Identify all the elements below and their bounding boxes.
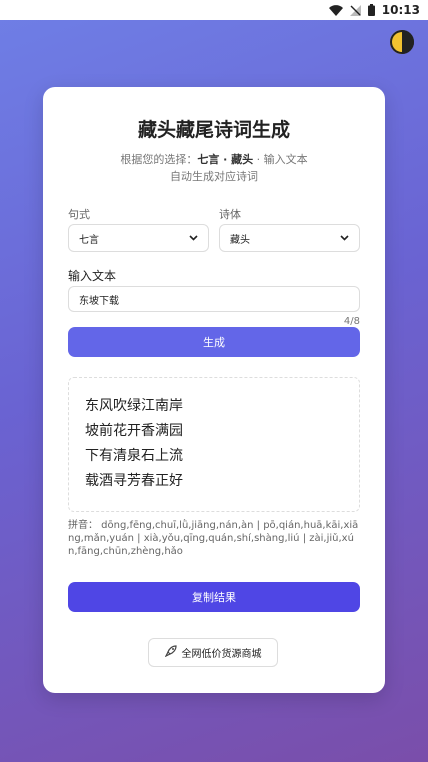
poem-line: 坡前花开香满园 <box>85 423 183 439</box>
poem-line: 下有清泉石上流 <box>85 448 183 464</box>
poem-line: 载酒寻芳春正好 <box>85 473 183 489</box>
style-label: 诗体 <box>219 208 241 221</box>
text-input-value: 东坡下载 <box>79 295 119 307</box>
status-bar: 10:13 <box>0 0 428 20</box>
chevron-down-icon <box>340 233 349 244</box>
page-title: 藏头藏尾诗词生成 <box>137 119 290 141</box>
generate-button[interactable]: 生成 <box>68 327 360 357</box>
wifi-icon <box>328 4 343 16</box>
sentence-select-value: 七言 <box>79 234 99 246</box>
input-label: 输入文本 <box>68 269 117 283</box>
subtitle-prefix: 根据您的选择： <box>120 153 198 166</box>
poem-line: 东风吹绿江南岸 <box>85 398 183 414</box>
chevron-down-icon <box>189 233 198 244</box>
no-signal-icon <box>349 4 361 16</box>
sentence-label: 句式 <box>68 208 90 221</box>
theme-toggle-icon[interactable] <box>390 30 414 54</box>
text-input[interactable]: 东坡下载 <box>68 286 360 312</box>
style-select-value: 藏头 <box>230 234 250 246</box>
mall-link-label: 全网低价货源商城 <box>181 649 262 660</box>
copy-result-button[interactable]: 复制结果 <box>68 582 360 612</box>
status-time: 10:13 <box>381 3 420 17</box>
style-select[interactable]: 藏头 <box>219 224 360 252</box>
battery-icon <box>367 4 375 16</box>
char-counter: 4/8 <box>343 316 360 327</box>
subtitle-line1: 根据您的选择：七言 · 藏头 · 输入文本 <box>43 151 385 168</box>
generator-card: 藏头藏尾诗词生成 根据您的选择：七言 · 藏头 · 输入文本 自动生成对应诗词 … <box>43 87 385 693</box>
rocket-icon <box>164 645 177 660</box>
sentence-select[interactable]: 七言 <box>68 224 209 252</box>
poem-result: 东风吹绿江南岸 坡前花开香满园 下有清泉石上流 载酒寻芳春正好 <box>68 377 360 512</box>
subtitle: 根据您的选择：七言 · 藏头 · 输入文本 自动生成对应诗词 <box>43 151 385 185</box>
pinyin-text: 拼音： dōng,fēng,chuī,lǜ,jiāng,nán,àn | pō,… <box>68 520 359 557</box>
subtitle-selection: 七言 · 藏头 <box>197 153 254 166</box>
subtitle-line2: 自动生成对应诗词 <box>170 170 258 183</box>
mall-link-button[interactable]: 全网低价货源商城 <box>148 638 278 667</box>
subtitle-suffix: · 输入文本 <box>253 153 308 166</box>
